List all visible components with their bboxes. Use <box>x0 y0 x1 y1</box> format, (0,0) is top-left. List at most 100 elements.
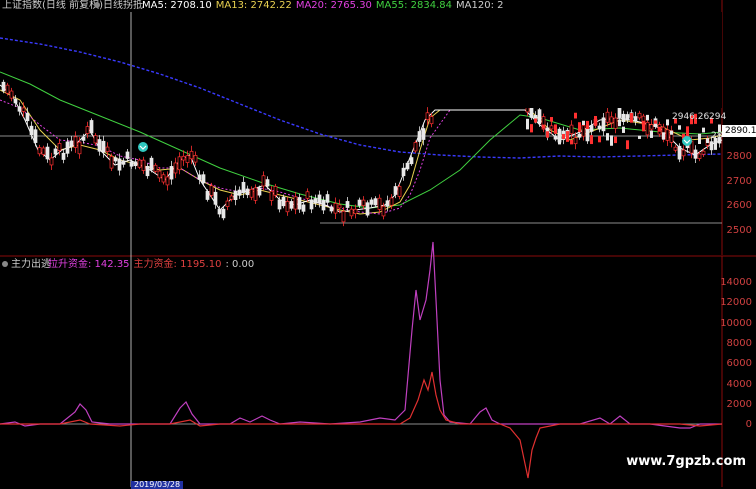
candle-body <box>353 208 358 215</box>
candle-body <box>341 211 346 223</box>
candle-body <box>169 166 174 180</box>
candle-body <box>293 196 298 210</box>
candle-body <box>594 116 597 126</box>
candle-body <box>526 118 529 130</box>
candle-body <box>606 133 609 141</box>
candle-body <box>693 149 698 159</box>
candle-body <box>289 201 294 209</box>
candle-body <box>101 140 106 153</box>
candle-body <box>185 155 190 163</box>
candle-body <box>177 156 182 171</box>
candle-body <box>409 157 414 165</box>
candle-body <box>145 165 150 177</box>
candle-body <box>225 200 230 207</box>
sub-tick: 2000 <box>726 399 752 410</box>
main-funds-line <box>0 371 723 479</box>
candle-body <box>317 194 322 204</box>
candle-body <box>662 132 665 140</box>
candle-body <box>201 174 206 184</box>
candle-body <box>630 113 633 123</box>
price-blank-region <box>430 12 722 108</box>
candle-body <box>618 119 621 127</box>
indicator-title[interactable]: 日线拐抵 <box>94 0 143 12</box>
sub-tick: 0 <box>745 419 752 430</box>
candle-body <box>681 149 686 157</box>
candle-body <box>421 128 426 140</box>
subpanel-legend-item: 拉升资金: 142.35 <box>48 259 130 270</box>
candle-body <box>570 139 573 145</box>
candle-body <box>646 114 649 121</box>
candle-body <box>49 157 54 166</box>
candle-body <box>566 131 569 142</box>
candle-body <box>89 120 94 134</box>
candle-body <box>113 157 118 162</box>
candle-body <box>602 117 605 128</box>
candle-body <box>161 174 166 183</box>
candle-body <box>598 135 601 143</box>
candle-body <box>553 135 558 140</box>
candle-body <box>9 90 14 99</box>
candle-body <box>261 175 266 187</box>
candle-body <box>614 136 617 144</box>
candle-body <box>25 112 30 122</box>
candle-body <box>157 170 162 179</box>
candle-body <box>109 156 114 169</box>
candle-body <box>706 138 709 143</box>
candle-body <box>217 208 222 215</box>
candle-body <box>610 135 613 146</box>
subpanel-title[interactable]: 主力出逃 <box>2 259 51 271</box>
indicator-name: 日线拐抵 <box>103 0 143 11</box>
chart-stage[interactable] <box>0 0 756 487</box>
candle-body <box>638 135 641 139</box>
candle-body <box>678 125 681 130</box>
price-tick: 2700 <box>726 176 752 187</box>
subpanel-legend-item: 主力资金: 1195.10 <box>133 259 222 270</box>
candle-body <box>189 150 194 160</box>
indicator-dot-icon <box>94 2 100 8</box>
candle-body <box>397 186 402 197</box>
candle-body <box>249 188 254 198</box>
candle-body <box>569 124 574 135</box>
candle-body <box>81 136 86 141</box>
candle-body <box>137 159 142 168</box>
sub-tick: 12000 <box>720 297 752 308</box>
candle-body <box>429 116 434 125</box>
candle-body <box>141 159 146 171</box>
candle-body <box>53 148 58 155</box>
candle-body <box>401 167 406 177</box>
signal-marker[interactable] <box>682 136 692 146</box>
candle-body <box>5 84 10 94</box>
candle-body <box>686 126 689 138</box>
candle-body <box>413 142 418 152</box>
candle-body <box>530 124 533 133</box>
candle-body <box>121 160 126 165</box>
candle-body <box>417 131 422 142</box>
candle-body <box>1 81 6 92</box>
sub-tick: 14000 <box>720 277 752 288</box>
candle-body <box>634 117 637 122</box>
candle-body <box>361 199 366 206</box>
candle-body <box>181 155 186 161</box>
candle-body <box>305 191 310 199</box>
candle-body <box>153 164 158 172</box>
candle-body <box>69 140 74 147</box>
candle-body <box>373 198 378 206</box>
sub-tick: 4000 <box>726 379 752 390</box>
candle-body <box>637 112 642 119</box>
candle-body <box>562 133 565 140</box>
index-title: 上证指数(日线 前复权) <box>2 0 103 12</box>
candle-body <box>105 146 110 152</box>
candle-body <box>554 124 557 134</box>
ma-legend-item: MA5: 2708.10 <box>142 0 212 11</box>
candle-body <box>658 126 661 132</box>
candle-body <box>333 203 338 214</box>
candle-body <box>269 190 274 201</box>
ma-legend: MA5: 2708.10 MA13: 2742.22 MA20: 2765.30 MA… <box>142 0 507 12</box>
candle-body <box>197 174 202 180</box>
candle-body <box>649 124 654 130</box>
signal-marker[interactable] <box>138 142 148 152</box>
candle-body <box>385 200 390 207</box>
candle-body <box>245 188 250 196</box>
candle-body <box>17 106 22 112</box>
ma-legend-item: MA120: 2 <box>456 0 504 11</box>
